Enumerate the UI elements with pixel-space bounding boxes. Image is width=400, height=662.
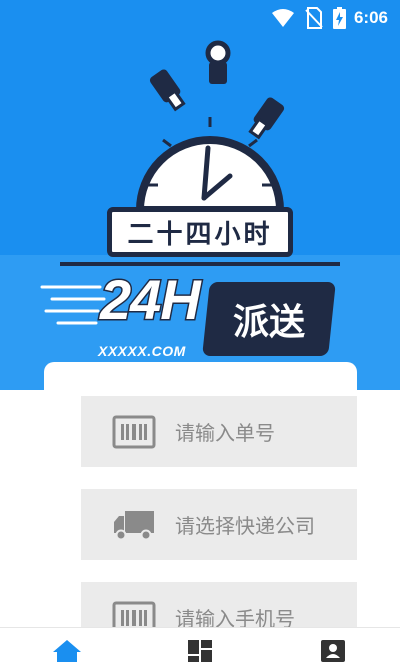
profile-icon [321,640,345,662]
logo-domain: XXXXX.COM [98,343,186,359]
header-banner: 6:06 二十四小时 24H 派送 XXXXX.COM [0,0,400,390]
wifi-icon [271,8,295,28]
stopwatch-logo-icon [40,40,340,325]
truck-icon [109,505,159,545]
tracking-number-placeholder: 请输入单号 [175,421,275,445]
battery-charging-icon [332,7,346,29]
bottom-nav [0,627,400,662]
logo-brand-cn: 派送 [232,302,305,343]
courier-company-select[interactable]: 请选择快递公司 [81,489,357,560]
dashboard-icon [188,640,212,662]
status-time: 6:06 [353,8,388,27]
no-sim-icon [305,7,323,29]
nav-home[interactable] [47,638,87,662]
nav-profile[interactable] [313,638,353,662]
logo-brand-24h: 24H [99,270,203,329]
home-icon [53,640,81,662]
nav-dashboard[interactable] [180,638,220,662]
logo-brand-24h-text: 24H [99,268,203,331]
barcode-icon [109,412,159,452]
tracking-number-input[interactable]: 请输入单号 [81,396,357,467]
courier-company-placeholder: 请选择快递公司 [175,514,315,538]
logo-title-cn: 二十四小时 [107,207,293,257]
logo-brand-badge: 派送 [202,282,336,356]
